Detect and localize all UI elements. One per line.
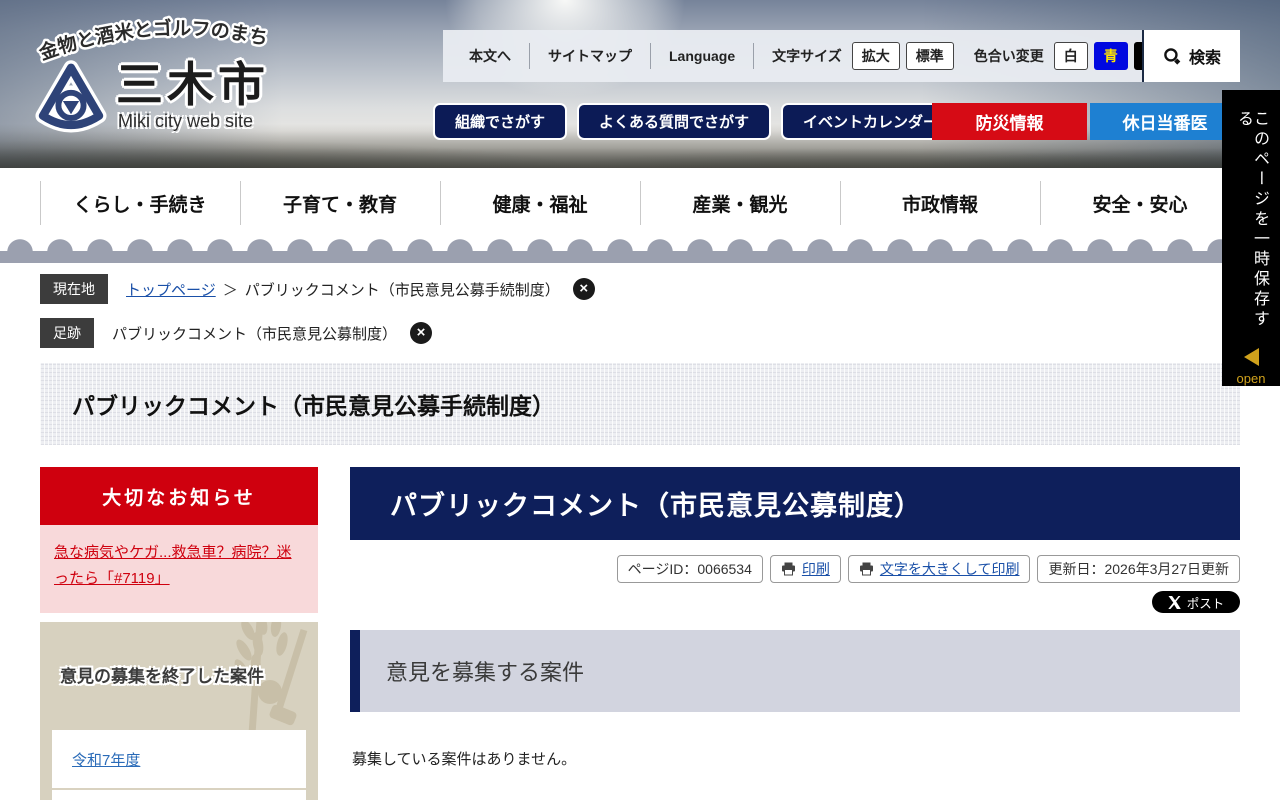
miki-city-emblem-icon <box>35 60 107 133</box>
nav-item-city-info[interactable]: 市政情報 <box>840 168 1040 238</box>
search-button[interactable]: 検索 <box>1142 30 1240 82</box>
closed-cases-list: 令和7年度 <box>52 730 306 800</box>
empty-message: 募集している案件はありません。 <box>352 751 577 768</box>
utility-bar: 本文へ サイトマップ Language 文字サイズ 拡大 標準 色合い変更 白 … <box>443 30 1240 82</box>
printer-icon <box>859 562 873 576</box>
open-arrow-icon <box>1243 348 1259 366</box>
main-nav: くらし・手続き 子育て・教育 健康・福祉 産業・観光 市政情報 安全・安心 <box>0 168 1280 238</box>
wave-border <box>0 238 1280 263</box>
sitemap-link[interactable]: サイトマップ <box>548 46 632 66</box>
holiday-doctor-button[interactable]: 休日当番医 <box>1090 103 1240 140</box>
print-button[interactable]: 印刷 <box>769 555 841 583</box>
breadcrumb-separator: ＞ <box>222 281 238 299</box>
article-heading-band: パブリックコメント（市民意見公募制度） <box>350 467 1240 540</box>
save-page-tab[interactable]: このページを一時保存する open <box>1222 90 1280 386</box>
article-meta-row: ページID：0066534 印刷 文字を大きくして印刷 更新日：2026年3月2… <box>350 555 1240 583</box>
closed-cases-box: 意見の募集を終了した案件 令和7年度 <box>40 622 318 800</box>
section-heading-band: 意見を募集する案件 <box>350 630 1240 712</box>
faq-search-button[interactable]: よくある質問でさがす <box>577 103 772 140</box>
tagline-arc: 金物と酒米とゴルフのまち <box>34 14 272 66</box>
color-scheme-label: 色合い変更 <box>973 48 1044 64</box>
disaster-info-button[interactable]: 防災情報 <box>932 103 1087 140</box>
font-size-label: 文字サイズ <box>772 48 842 64</box>
page-id-text: ページID：0066534 <box>627 561 752 577</box>
site-logo[interactable]: 金物と酒米とゴルフのまち 三木市 Miki city web site <box>34 6 304 136</box>
nav-item-living[interactable]: くらし・手続き <box>40 168 240 238</box>
x-post-button[interactable]: ポスト <box>1152 591 1240 613</box>
close-icon[interactable]: × <box>410 322 433 344</box>
close-icon[interactable]: × <box>572 278 595 300</box>
nav-item-health[interactable]: 健康・福祉 <box>440 168 640 238</box>
color-white-button[interactable]: 白 <box>1053 42 1088 70</box>
x-logo-icon <box>1168 595 1181 609</box>
site-name: 三木市 <box>116 58 269 111</box>
print-large-link[interactable]: 文字を大きくして印刷 <box>880 559 1020 579</box>
closed-cases-title: 意見の募集を終了した案件 <box>60 667 264 686</box>
list-item[interactable]: 令和7年度 <box>52 730 306 790</box>
divider <box>753 43 755 69</box>
site-subtitle: Miki city web site <box>118 111 254 132</box>
org-search-button[interactable]: 組織でさがす <box>433 103 568 140</box>
post-label: ポスト <box>1186 596 1225 611</box>
notice-body: 急な病気やケガ...救急車？病院？迷ったら「#7119」 <box>40 525 318 613</box>
save-page-label: このページを一時保存する <box>1235 110 1268 330</box>
divider <box>529 43 530 69</box>
reiwa7-link[interactable]: 令和7年度 <box>72 749 140 770</box>
color-blue-button[interactable]: 青 <box>1093 42 1128 70</box>
page-title: パブリックコメント（市民意見公募手続制度） <box>72 393 555 419</box>
nav-item-safety[interactable]: 安全・安心 <box>1040 168 1240 238</box>
breadcrumb: 現在地 トップページ ＞ パブリックコメント（市民意見公募手続制度） × <box>40 274 595 304</box>
important-notice-box: 大切なお知らせ 急な病気やケガ...救急車？病院？迷ったら「#7119」 <box>40 467 318 613</box>
current-location-label: 現在地 <box>40 274 108 304</box>
nav-item-childcare[interactable]: 子育て・教育 <box>240 168 440 238</box>
page-id-badge: ページID：0066534 <box>616 555 763 583</box>
article-heading: パブリックコメント（市民意見公募制度） <box>390 491 922 521</box>
printer-icon <box>781 562 795 576</box>
open-label: open <box>1236 371 1266 386</box>
updated-date-badge: 更新日：2026年3月27日更新 <box>1037 555 1240 583</box>
print-link[interactable]: 印刷 <box>802 559 830 579</box>
home-link[interactable]: トップページ <box>126 279 216 300</box>
language-link[interactable]: Language <box>669 48 735 64</box>
section-heading: 意見を募集する案件 <box>386 660 585 685</box>
print-large-button[interactable]: 文字を大きくして印刷 <box>847 555 1031 583</box>
font-enlarge-button[interactable]: 拡大 <box>851 42 900 70</box>
font-standard-button[interactable]: 標準 <box>905 42 954 70</box>
footprint-label: 足跡 <box>40 318 94 348</box>
divider <box>650 43 651 69</box>
search-label: 検索 <box>1188 50 1221 67</box>
updated-date-text: 更新日：2026年3月27日更新 <box>1048 561 1229 577</box>
breadcrumb-current-page: パブリックコメント（市民意見公募手続制度） <box>244 281 560 299</box>
quick-search-buttons: 組織でさがす よくある質問でさがす イベントカレンダー <box>433 103 961 140</box>
footprint-page: パブリックコメント（市民意見公募制度） <box>112 325 398 343</box>
page-title-band: パブリックコメント（市民意見公募手続制度） <box>40 363 1240 445</box>
footprint-row: 足跡 パブリックコメント（市民意見公募制度） × <box>40 318 433 348</box>
emergency-7119-link[interactable]: 急な病気やケガ...救急車？病院？迷ったら「#7119」 <box>54 544 292 587</box>
list-item[interactable] <box>52 790 306 800</box>
notice-title: 大切なお知らせ <box>40 467 318 525</box>
nav-item-industry[interactable]: 産業・観光 <box>640 168 840 238</box>
search-icon <box>1164 47 1181 65</box>
skip-to-content-link[interactable]: 本文へ <box>469 46 511 66</box>
